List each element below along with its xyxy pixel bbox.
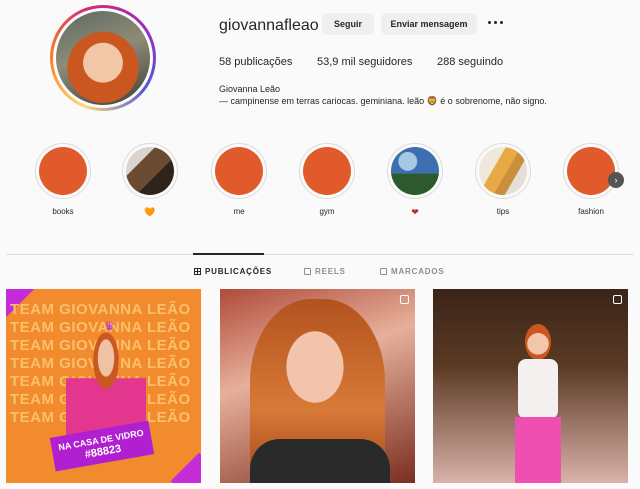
highlight-ring [35,143,91,199]
highlight-label: books [52,207,74,216]
highlight-cover [39,147,87,195]
post-person-head [525,324,551,360]
post-person-shirt [250,439,390,483]
tab-tagged[interactable]: MARCADOS [380,267,445,276]
grid-icon [194,268,201,275]
profile-full-name: Giovanna Leão [219,84,281,94]
tab-posts[interactable]: PUBLICAÇÕES [194,267,272,276]
posts-count: 58 publicações [219,56,293,68]
tab-reels[interactable]: REELS [304,267,346,276]
following-count[interactable]: 288 seguindo [437,56,503,68]
highlight-label: me [233,207,245,216]
follow-button[interactable]: Seguir [322,13,374,35]
send-message-button[interactable]: Enviar mensagem [381,13,477,35]
highlight-label: 🧡 [144,207,156,217]
highlight-ring [299,143,355,199]
highlight-label: tips [496,207,510,216]
post-thumbnail[interactable] [220,289,415,483]
chevron-right-icon[interactable]: › [608,172,624,188]
highlight-books[interactable]: books [33,143,93,217]
active-tab-indicator [193,253,264,255]
tab-reels-label: REELS [315,267,346,276]
post-thumbnail[interactable]: TEAM GIOVANNA LEÃO TEAM GIOVANNA LEÃO TE… [6,289,201,483]
post-person-pants [515,417,561,483]
more-options-icon[interactable] [488,21,503,24]
profile-bio: — campinense em terras cariocas. geminia… [219,96,547,106]
highlight-red-heart[interactable]: ❤ [385,143,445,217]
post-thumbnail[interactable] [433,289,628,483]
profile-avatar[interactable] [50,5,156,111]
team-line: TEAM GIOVANNA LEÃO [10,301,191,318]
highlight-label: ❤ [411,207,419,217]
tab-posts-label: PUBLICAÇÕES [205,267,273,276]
highlight-cover [567,147,615,195]
highlight-orange-heart[interactable]: 🧡 [120,143,180,217]
highlight-label: gym [319,207,335,216]
carousel-icon [400,295,409,304]
highlight-cover [126,147,174,195]
highlight-me[interactable]: me [209,143,269,217]
crown-icon: ♛ [104,319,115,333]
highlight-cover [303,147,351,195]
profile-username: giovannafleao [219,17,319,34]
highlight-cover [215,147,263,195]
carousel-icon [613,295,622,304]
highlight-ring [211,143,267,199]
highlight-gym[interactable]: gym [297,143,357,217]
highlight-cover [479,147,527,195]
post-person-face [275,317,355,417]
post-person-top [518,359,558,419]
tab-tagged-label: MARCADOS [391,267,445,276]
highlight-ring [475,143,531,199]
tagged-icon [380,268,387,275]
tabs-divider [6,254,634,255]
reels-icon [304,268,311,275]
highlight-ring [563,143,619,199]
decorative-burst [170,452,201,483]
highlight-cover [391,147,439,195]
highlight-label: fashion [578,207,604,216]
followers-count[interactable]: 53,9 mil seguidores [317,56,412,68]
avatar-inner [53,8,153,108]
highlight-tips[interactable]: tips [473,143,533,217]
avatar-photo [56,11,150,105]
highlight-ring [387,143,443,199]
highlight-ring [122,143,178,199]
